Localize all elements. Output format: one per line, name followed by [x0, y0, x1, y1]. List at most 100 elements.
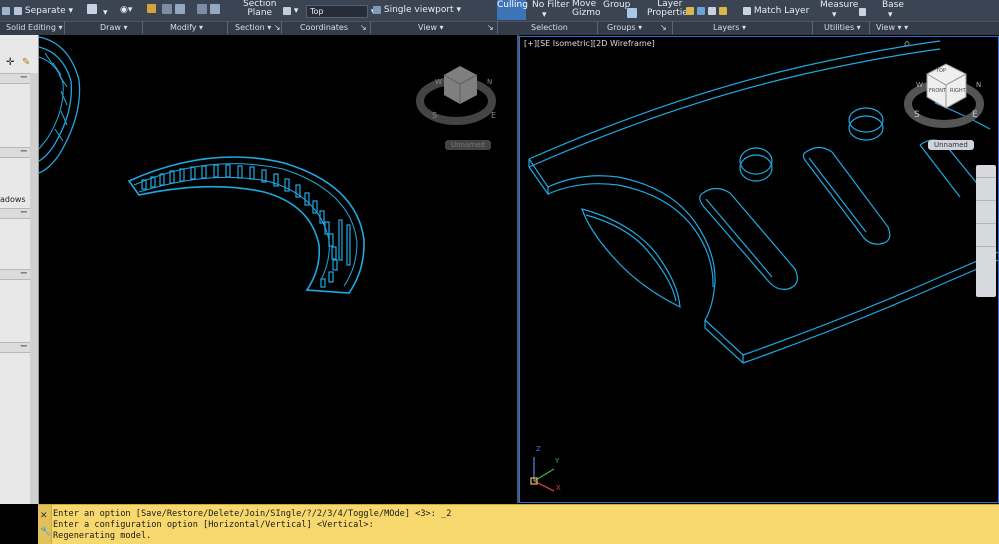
panel-solid-editing[interactable]: Solid Editing ▾ — [6, 23, 62, 32]
view-eye-icon[interactable]: ◉▾ — [120, 5, 132, 15]
panel-coordinates-launcher[interactable]: ↘ — [360, 23, 367, 32]
ribbon-separator — [370, 21, 371, 34]
ucs-x-label: X — [556, 484, 561, 492]
crosshair-icon[interactable]: ✛ — [6, 57, 14, 68]
base-button[interactable]: Base — [882, 0, 904, 10]
solid-edit-icon[interactable] — [2, 6, 10, 16]
customize-wrench-icon[interactable]: 🔧 — [40, 527, 51, 537]
command-window[interactable]: ✕ 🔧 Enter an option [Save/Restore/Delete… — [38, 504, 999, 544]
ribbon-buttons-row: Separate ▾ ▾ ◉▾ Section Plane ▾ Top ▾ Si… — [0, 0, 999, 21]
modify-icons[interactable] — [162, 4, 185, 15]
right-compass-s[interactable]: S — [914, 110, 920, 120]
panel-utilities[interactable]: Utilities ▾ — [824, 23, 861, 32]
section-plane-button[interactable]: Section Plane — [243, 0, 276, 18]
panel-coordinates[interactable]: Coordinates — [300, 23, 348, 32]
panel-section[interactable]: Section ▾ ↘ — [235, 23, 281, 32]
culling-button[interactable]: Culling — [497, 0, 528, 20]
panel-view-2[interactable]: View ▾ ▾ — [876, 23, 908, 32]
left-compass-e[interactable]: E — [491, 111, 496, 120]
clipboard-icon[interactable] — [859, 7, 866, 17]
navigation-bar[interactable] — [976, 165, 996, 297]
left-compass-n[interactable]: N — [487, 78, 492, 86]
pencil-icon[interactable] — [147, 4, 156, 14]
right-compass-w[interactable]: W — [916, 81, 923, 89]
no-filter-label: No Filter — [532, 0, 570, 10]
palette-section-bar[interactable]: − — [0, 207, 30, 219]
palette-section-bar[interactable]: − — [0, 268, 30, 280]
quick-select-icon[interactable]: ✎ — [22, 57, 30, 68]
right-compass-e[interactable]: E — [972, 110, 978, 120]
palette-section-bar[interactable]: − — [0, 72, 30, 84]
navbar-zoom-icon[interactable] — [976, 201, 996, 224]
layer-tools-icons[interactable] — [686, 6, 727, 16]
ucs-y-label: Y — [555, 457, 560, 465]
ribbon-separator — [64, 21, 65, 34]
modify-icons-2[interactable] — [197, 4, 220, 15]
command-history-line: Enter an option [Save/Restore/Delete/Joi… — [53, 509, 452, 519]
left-compass-s[interactable]: S — [432, 111, 437, 120]
collapse-icon[interactable]: − — [20, 207, 28, 218]
navbar-orbit-icon[interactable] — [976, 224, 996, 247]
palette-scrollbar[interactable] — [30, 73, 38, 504]
coordinates-icon[interactable]: ▾ — [283, 6, 298, 16]
ribbon-separator — [812, 21, 813, 34]
panel-draw[interactable]: Draw ▾ — [100, 23, 127, 32]
base-arrow-icon[interactable]: ▾ — [888, 10, 893, 20]
ribbon-separator — [142, 21, 143, 34]
ribbon-separator — [281, 21, 282, 34]
palette-section-bar[interactable]: − — [0, 341, 30, 353]
right-compass-n[interactable]: N — [976, 81, 981, 89]
navbar-pan-icon[interactable] — [976, 178, 996, 201]
ribbon-panel-titles: Solid Editing ▾ Draw ▾ Modify ▾ Section … — [0, 21, 999, 35]
panel-groups-launcher[interactable]: ↘ — [660, 23, 667, 32]
culling-label: Culling — [497, 0, 528, 10]
collapse-icon[interactable]: − — [20, 268, 28, 279]
palette-section-bar[interactable]: − — [0, 146, 30, 158]
ribbon-separator — [597, 21, 598, 34]
ribbon-separator — [869, 21, 870, 34]
panel-groups[interactable]: Groups ▾ — [607, 23, 642, 32]
left-compass-w[interactable]: W — [435, 78, 442, 86]
ribbon: Separate ▾ ▾ ◉▾ Section Plane ▾ Top ▾ Si… — [0, 0, 999, 35]
panel-layers[interactable]: Layers ▾ — [713, 23, 746, 32]
panel-view[interactable]: View ▾ — [418, 23, 444, 32]
ribbon-separator — [497, 21, 498, 34]
move-gizmo-button[interactable]: Move Gizmo — [572, 0, 600, 18]
collapse-icon[interactable]: − — [20, 146, 28, 157]
left-drawing — [39, 36, 496, 294]
properties-palette: ✛ ✎ − − adows − − − — [0, 35, 39, 504]
panel-selection[interactable]: Selection — [531, 23, 568, 32]
ribbon-separator — [672, 21, 673, 34]
separate-button[interactable]: Separate ▾ — [14, 6, 73, 16]
collapse-icon[interactable]: − — [20, 72, 28, 83]
draw-dropdown-icon[interactable]: ▾ — [103, 8, 108, 18]
viewcube-right-face[interactable]: RIGHT — [950, 88, 966, 94]
measure-button[interactable]: Measure — [820, 0, 858, 10]
ucs-z-label: Z — [536, 445, 541, 453]
right-ucs-unnamed-menu[interactable]: Unnamed — [928, 140, 974, 150]
group-select-icon[interactable] — [627, 8, 637, 19]
left-ucs-unnamed-menu[interactable]: Unnamed — [445, 140, 491, 150]
panel-view-launcher[interactable]: ↘ — [487, 23, 494, 32]
single-viewport-dropdown[interactable]: Single viewport ▾ — [373, 5, 461, 15]
measure-arrow-icon[interactable]: ▾ — [832, 10, 837, 20]
no-filter-dropdown[interactable]: No Filter — [532, 0, 569, 10]
navbar-steering-wheel-icon[interactable] — [976, 165, 996, 178]
draw-icon[interactable] — [87, 4, 97, 15]
no-filter-arrow-icon[interactable]: ▾ — [542, 10, 547, 20]
viewcube-top-face[interactable]: TOP — [936, 68, 946, 74]
match-layer-button[interactable]: Match Layer — [743, 6, 809, 16]
command-history-line: Regenerating model. — [53, 531, 152, 541]
viewport-left[interactable]: W N S E Unnamed — [39, 35, 517, 503]
panel-modify[interactable]: Modify ▾ — [170, 23, 203, 32]
view-top-label: Top — [310, 7, 324, 16]
viewport-right[interactable]: [+][SE Isometric][2D Wireframe] ⌂ TOP FR… — [519, 36, 999, 503]
collapse-icon[interactable]: − — [20, 341, 28, 352]
view-top-dropdown[interactable]: Top ▾ — [306, 5, 375, 18]
close-icon[interactable]: ✕ — [40, 511, 48, 521]
shadows-label: adows — [0, 195, 26, 204]
command-window-grip[interactable]: ✕ 🔧 — [38, 505, 52, 544]
separate-label: Separate — [24, 6, 66, 16]
navbar-showmotion-icon[interactable] — [976, 247, 996, 269]
viewcube-front-face[interactable]: FRONT — [929, 88, 946, 94]
